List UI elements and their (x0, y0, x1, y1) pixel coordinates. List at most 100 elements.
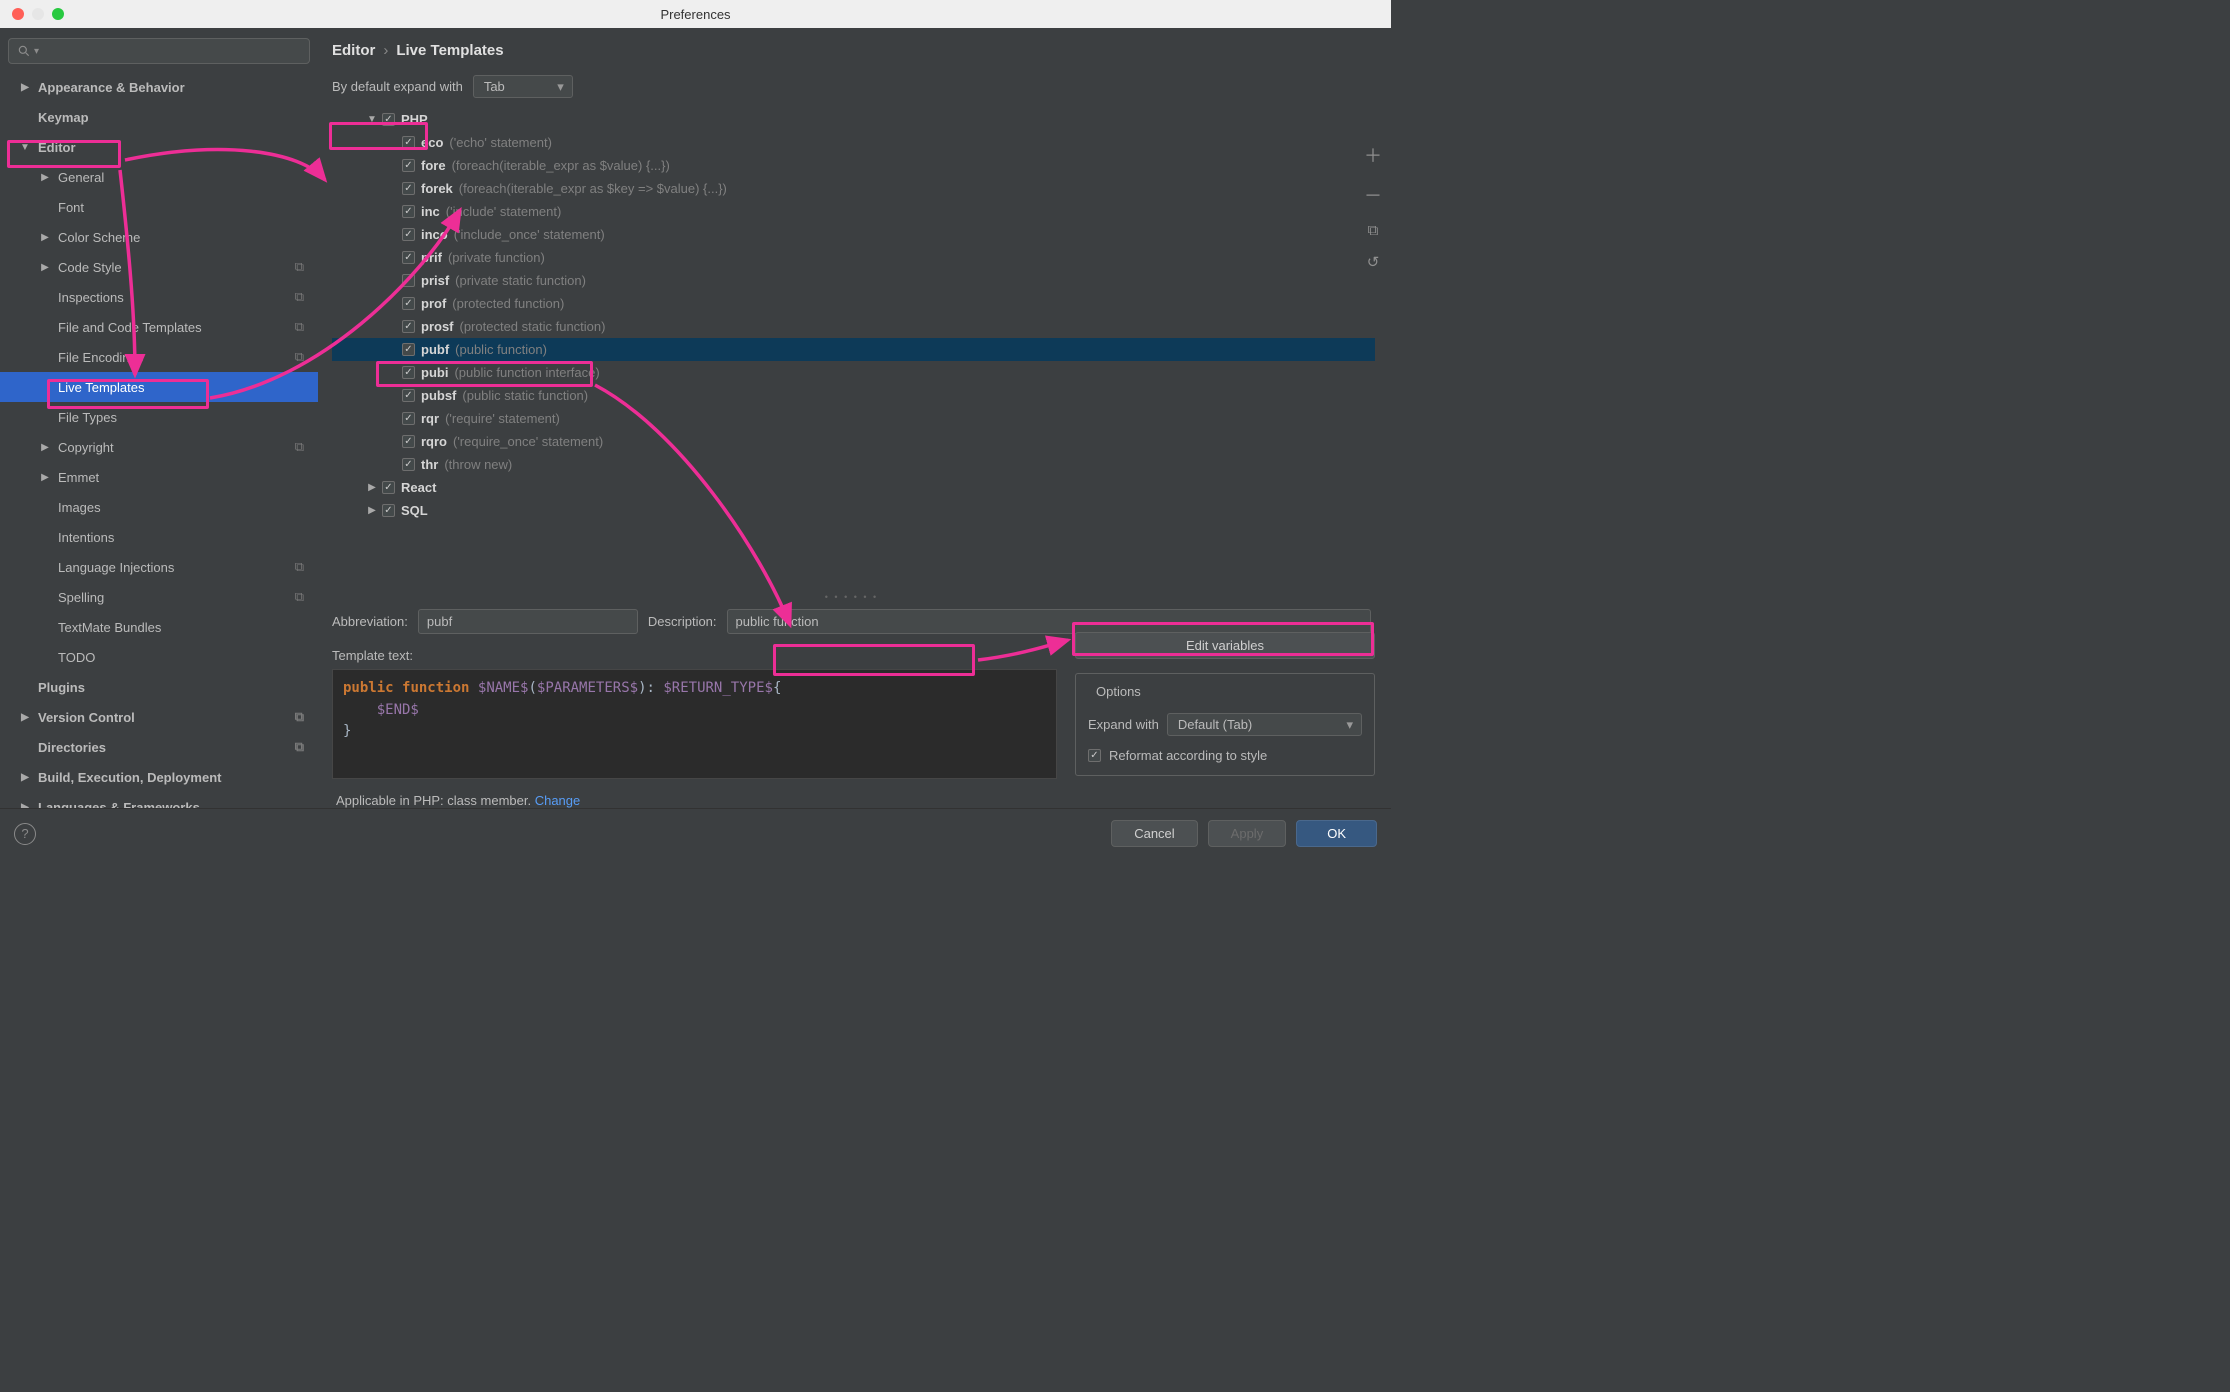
item-checkbox[interactable]: ✓ (402, 412, 415, 425)
group-checkbox[interactable]: ✓ (382, 113, 395, 126)
abbr-label: Abbreviation: (332, 614, 408, 629)
sidebar-item-inspections[interactable]: Inspections⧉ (0, 282, 318, 312)
change-context-link[interactable]: Change (535, 793, 581, 808)
cancel-button[interactable]: Cancel (1111, 820, 1197, 847)
template-item-inc[interactable]: ▶✓inc('include' statement) (332, 200, 1375, 223)
template-text-editor[interactable]: public function $NAME$($PARAMETERS$): $R… (332, 669, 1057, 779)
sidebar-item-label: TextMate Bundles (58, 620, 161, 635)
sidebar-item-file-encodings[interactable]: File Encodings⧉ (0, 342, 318, 372)
search-input[interactable]: ▾ (8, 38, 310, 64)
sidebar-item-spelling[interactable]: Spelling⧉ (0, 582, 318, 612)
item-checkbox[interactable]: ✓ (402, 159, 415, 172)
sidebar-item-textmate-bundles[interactable]: TextMate Bundles (0, 612, 318, 642)
scope-icon: ⧉ (295, 739, 304, 755)
sidebar-item-plugins[interactable]: Plugins (0, 672, 318, 702)
undo-icon[interactable]: ↺ (1367, 253, 1380, 271)
ok-button[interactable]: OK (1296, 820, 1377, 847)
breadcrumb: Editor›Live Templates (332, 42, 1375, 59)
template-item-prosf[interactable]: ▶✓prosf(protected static function) (332, 315, 1375, 338)
item-checkbox[interactable]: ✓ (402, 182, 415, 195)
template-group-react[interactable]: ▶✓React (332, 476, 1375, 499)
add-icon[interactable]: ＋ (1364, 142, 1382, 168)
zoom-dot[interactable] (52, 8, 64, 20)
desc-input[interactable]: public function (727, 609, 1371, 634)
template-item-rqr[interactable]: ▶✓rqr('require' statement) (332, 407, 1375, 430)
template-group-sql[interactable]: ▶✓SQL (332, 499, 1375, 522)
expand-with-select[interactable]: Default (Tab) (1167, 713, 1362, 736)
template-item-eco[interactable]: ▶✓eco('echo' statement) (332, 131, 1375, 154)
sidebar-item-appearance-behavior[interactable]: ▶Appearance & Behavior (0, 72, 318, 102)
sidebar-item-color-scheme[interactable]: ▶Color Scheme (0, 222, 318, 252)
item-checkbox[interactable]: ✓ (402, 136, 415, 149)
sidebar-item-languages-frameworks[interactable]: ▶Languages & Frameworks (0, 792, 318, 808)
sidebar-item-version-control[interactable]: ▶Version Control⧉ (0, 702, 318, 732)
apply-button[interactable]: Apply (1208, 820, 1287, 847)
edit-variables-button[interactable]: Edit variables (1075, 632, 1375, 659)
sidebar-item-todo[interactable]: TODO (0, 642, 318, 672)
titlebar: Preferences (0, 0, 1391, 28)
expand-select[interactable]: Tab (473, 75, 573, 98)
template-item-prisf[interactable]: ▶✓prisf(private static function) (332, 269, 1375, 292)
template-group-php[interactable]: ▼✓PHP (332, 108, 1375, 131)
item-checkbox[interactable]: ✓ (402, 320, 415, 333)
sidebar-item-editor[interactable]: ▼Editor (0, 132, 318, 162)
sidebar-item-directories[interactable]: Directories⧉ (0, 732, 318, 762)
item-abbr: prif (421, 250, 442, 265)
template-item-rqro[interactable]: ▶✓rqro('require_once' statement) (332, 430, 1375, 453)
copy-icon[interactable]: ⧉ (1368, 222, 1379, 239)
sidebar-item-file-types[interactable]: File Types (0, 402, 318, 432)
minimize-dot[interactable] (32, 8, 44, 20)
template-item-pubf[interactable]: ▶✓pubf(public function) (332, 338, 1375, 361)
sidebar-item-live-templates[interactable]: Live Templates (0, 372, 318, 402)
item-checkbox[interactable]: ✓ (402, 274, 415, 287)
sidebar-item-file-and-code-templates[interactable]: File and Code Templates⧉ (0, 312, 318, 342)
sidebar-item-language-injections[interactable]: Language Injections⧉ (0, 552, 318, 582)
sidebar-item-label: Languages & Frameworks (38, 800, 200, 809)
item-checkbox[interactable]: ✓ (402, 205, 415, 218)
template-item-prif[interactable]: ▶✓prif(private function) (332, 246, 1375, 269)
sidebar-item-keymap[interactable]: Keymap (0, 102, 318, 132)
sidebar-item-label: Version Control (38, 710, 135, 725)
item-checkbox[interactable]: ✓ (402, 228, 415, 241)
item-checkbox[interactable]: ✓ (402, 343, 415, 356)
splitter[interactable]: • • • • • • (328, 593, 1375, 601)
help-icon[interactable]: ? (14, 823, 36, 845)
search-icon (17, 44, 31, 58)
template-item-pubsf[interactable]: ▶✓pubsf(public static function) (332, 384, 1375, 407)
item-desc: (public static function) (462, 388, 588, 403)
remove-icon[interactable]: － (1364, 182, 1382, 208)
template-item-inco[interactable]: ▶✓inco('include_once' statement) (332, 223, 1375, 246)
template-item-pubi[interactable]: ▶✓pubi(public function interface) (332, 361, 1375, 384)
template-item-fore[interactable]: ▶✓fore(foreach(iterable_expr as $value) … (332, 154, 1375, 177)
sidebar-item-label: TODO (58, 650, 95, 665)
item-abbr: eco (421, 135, 443, 150)
group-checkbox[interactable]: ✓ (382, 504, 395, 517)
reformat-checkbox[interactable]: ✓ (1088, 749, 1101, 762)
item-checkbox[interactable]: ✓ (402, 251, 415, 264)
close-dot[interactable] (12, 8, 24, 20)
item-checkbox[interactable]: ✓ (402, 435, 415, 448)
sidebar-item-font[interactable]: Font (0, 192, 318, 222)
sidebar-item-emmet[interactable]: ▶Emmet (0, 462, 318, 492)
sidebar-item-build-execution-deployment[interactable]: ▶Build, Execution, Deployment (0, 762, 318, 792)
sidebar-item-images[interactable]: Images (0, 492, 318, 522)
item-checkbox[interactable]: ✓ (402, 297, 415, 310)
item-checkbox[interactable]: ✓ (402, 389, 415, 402)
template-list: ▼✓PHP▶✓eco('echo' statement)▶✓fore(forea… (332, 108, 1375, 593)
sidebar-item-intentions[interactable]: Intentions (0, 522, 318, 552)
item-checkbox[interactable]: ✓ (402, 458, 415, 471)
template-item-forek[interactable]: ▶✓forek(foreach(iterable_expr as $key =>… (332, 177, 1375, 200)
item-desc: (private static function) (455, 273, 586, 288)
sidebar-item-label: Images (58, 500, 101, 515)
template-item-prof[interactable]: ▶✓prof(protected function) (332, 292, 1375, 315)
chevron-icon: ▶ (366, 482, 378, 493)
sidebar-item-copyright[interactable]: ▶Copyright⧉ (0, 432, 318, 462)
item-checkbox[interactable]: ✓ (402, 366, 415, 379)
group-checkbox[interactable]: ✓ (382, 481, 395, 494)
chevron-icon: ▶ (38, 472, 52, 483)
abbr-input[interactable]: pubf (418, 609, 638, 634)
sidebar-item-general[interactable]: ▶General (0, 162, 318, 192)
sidebar-item-label: Editor (38, 140, 76, 155)
sidebar-item-code-style[interactable]: ▶Code Style⧉ (0, 252, 318, 282)
template-item-thr[interactable]: ▶✓thr(throw new) (332, 453, 1375, 476)
